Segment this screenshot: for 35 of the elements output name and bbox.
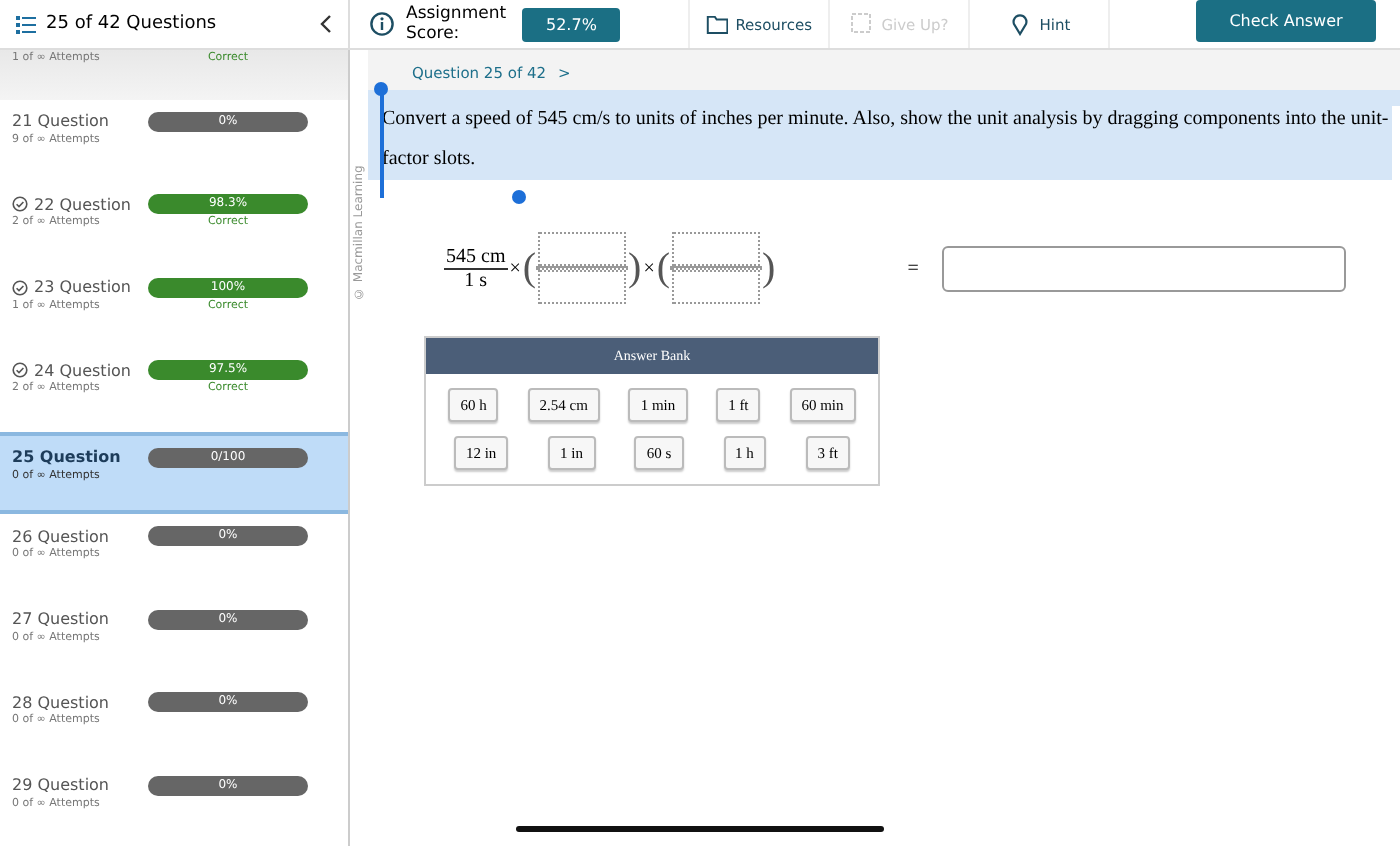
info-icon[interactable] — [370, 12, 394, 36]
question-title: 23 Question — [34, 278, 132, 297]
folder-icon — [706, 12, 728, 36]
check-circle-icon — [12, 196, 28, 213]
unit-factor-slot[interactable] — [670, 232, 763, 304]
unit-factor-slot[interactable] — [536, 232, 629, 304]
paren-left: ( — [522, 245, 537, 291]
score-label: Assignment Score: — [406, 3, 506, 45]
numerator: 545 cm — [444, 245, 508, 269]
collapse-chevron-icon[interactable] — [320, 14, 332, 34]
question-title: 24 Question — [34, 361, 132, 380]
check-circle-icon — [12, 362, 28, 379]
paren-left: ( — [656, 245, 671, 291]
times-sign: × — [643, 257, 655, 279]
pin-icon — [1007, 12, 1032, 36]
question-title: 28 Question — [12, 693, 110, 712]
paren-right: ) — [628, 245, 642, 291]
selection-caret — [380, 94, 383, 198]
question-title: 21 Question — [12, 112, 110, 131]
score-value: 52.7% — [522, 7, 621, 41]
list-icon[interactable] — [16, 15, 36, 33]
questions-count[interactable]: 25 of 42 Questions — [46, 14, 217, 34]
denominator: 1 s — [464, 269, 488, 291]
equals-sign: = — [907, 257, 919, 279]
check-circle-icon — [12, 279, 28, 296]
answer-field[interactable] — [942, 245, 1347, 291]
question-title: 22 Question — [34, 195, 132, 214]
question-title: 27 Question — [12, 610, 110, 629]
check-answer-button[interactable]: Check Answer — [1196, 0, 1376, 42]
times-sign: × — [509, 257, 521, 279]
question-title: 26 Question — [12, 527, 110, 546]
paren-right: ) — [762, 245, 776, 291]
question-title: 25 Question — [12, 448, 121, 467]
selection-handle[interactable] — [512, 190, 526, 204]
question-title: 29 Question — [12, 776, 110, 795]
